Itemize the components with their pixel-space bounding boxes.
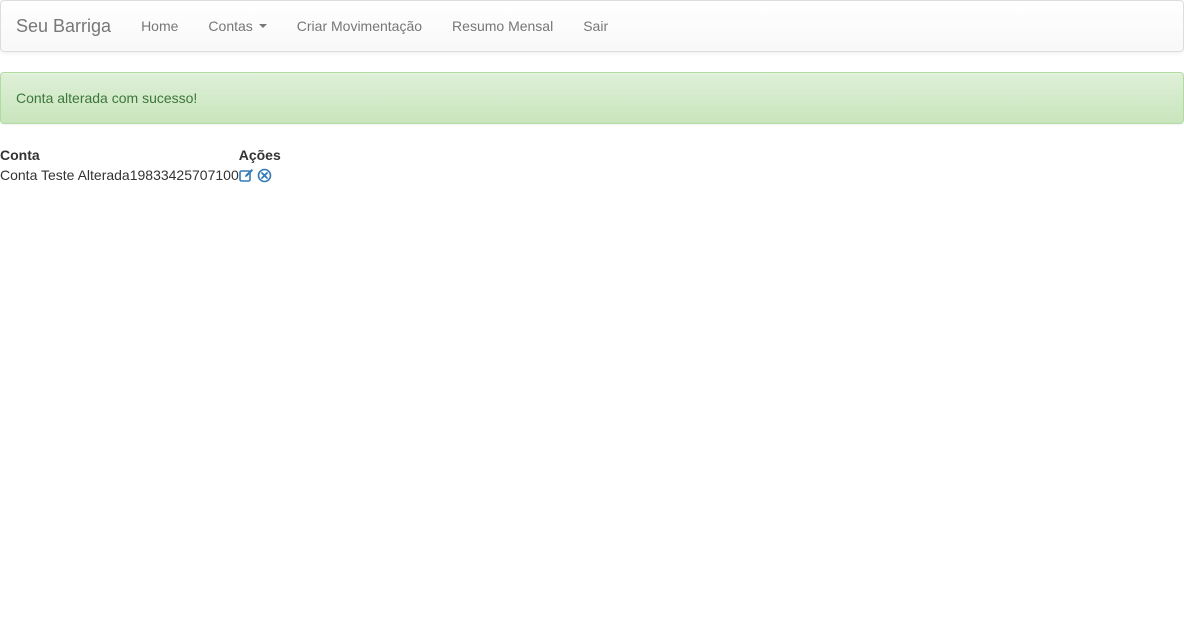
nav-item-resumo-mensal[interactable]: Resumo Mensal bbox=[437, 1, 568, 51]
nav-item-contas[interactable]: Contas bbox=[193, 1, 281, 51]
success-alert: Conta alterada com sucesso! bbox=[0, 72, 1184, 124]
nav-item-home[interactable]: Home bbox=[126, 1, 193, 51]
remove-icon[interactable] bbox=[257, 168, 272, 183]
brand-link[interactable]: Seu Barriga bbox=[1, 1, 126, 51]
column-header-acoes: Ações bbox=[238, 147, 281, 163]
nav-item-sair[interactable]: Sair bbox=[568, 1, 623, 51]
caret-down-icon bbox=[258, 24, 267, 28]
nav-item-contas-label: Contas bbox=[208, 18, 253, 34]
actions-cell bbox=[238, 165, 281, 185]
column-header-conta: Conta bbox=[0, 147, 40, 163]
nav-item-criar-movimentacao[interactable]: Criar Movimentação bbox=[282, 1, 437, 51]
alert-message: Conta alterada com sucesso! bbox=[16, 90, 198, 106]
edit-icon[interactable] bbox=[238, 168, 254, 183]
account-name-cell: Conta Teste Alterada19833425707100 bbox=[0, 167, 239, 183]
table-header-row: Conta Ações bbox=[0, 145, 281, 165]
accounts-table: Conta Ações Conta Teste Alterada19833425… bbox=[0, 145, 281, 185]
navbar: Seu Barriga Home Contas Criar Movimentaç… bbox=[0, 0, 1184, 52]
table-row: Conta Teste Alterada19833425707100 bbox=[0, 165, 281, 185]
